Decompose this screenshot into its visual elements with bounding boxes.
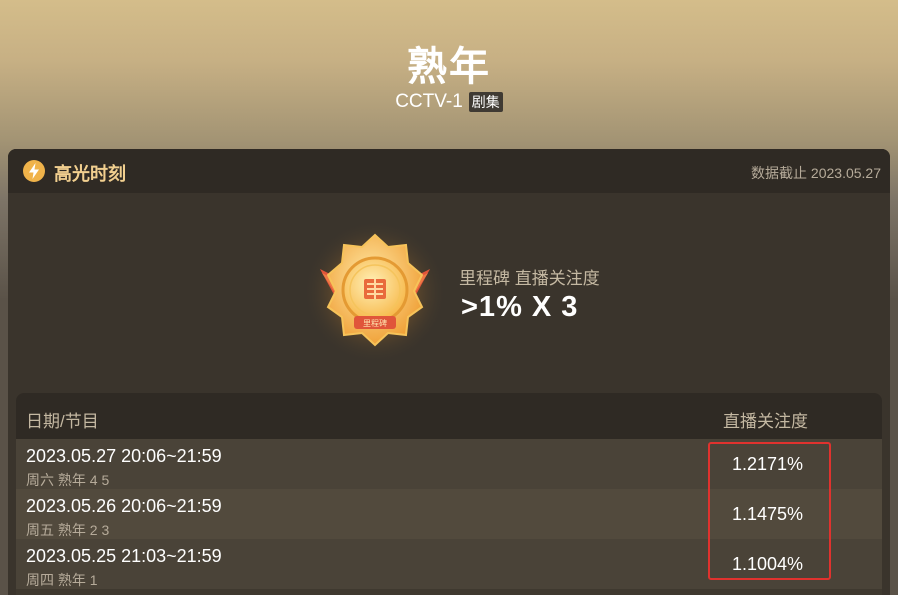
lightning-icon	[23, 160, 45, 182]
medal-text: 里程碑	[363, 318, 387, 328]
row-subtitle: 周四 熟年 1	[26, 572, 98, 588]
header-date-program: 日期/节目	[26, 412, 99, 431]
table-header: 日期/节目 直播关注度	[16, 393, 882, 439]
milestone-medal-icon: 里程碑	[300, 217, 450, 367]
milestone-label: 里程碑 直播关注度	[459, 269, 600, 288]
channel-name: CCTV-1	[395, 91, 463, 112]
show-subtitle: CCTV-1 剧集	[0, 91, 898, 113]
card-header: 高光时刻 数据截止 2023.05.27	[8, 149, 890, 193]
row-datetime: 2023.05.25 21:03~21:59	[26, 546, 222, 566]
row-subtitle: 周五 熟年 2 3	[26, 522, 110, 538]
row-datetime: 2023.05.27 20:06~21:59	[26, 446, 222, 466]
highlight-title: 高光时刻	[54, 164, 126, 185]
header-live-attention: 直播关注度	[723, 412, 808, 431]
genre-tag: 剧集	[468, 92, 503, 112]
data-cutoff-date: 数据截止 2023.05.27	[751, 165, 881, 181]
row-datetime: 2023.05.26 20:06~21:59	[26, 496, 222, 516]
highlight-annotation-box	[708, 442, 831, 580]
highlight-card: 高光时刻 数据截止 2023.05.27 里程碑 里程碑 直播关注度 >1% X…	[8, 149, 890, 595]
row-subtitle: 周六 熟年 4 5	[26, 472, 110, 488]
show-title: 熟年	[407, 44, 491, 90]
milestone-value: >1% X 3	[461, 291, 579, 323]
page-header: 熟年 CCTV-1 剧集	[0, 0, 898, 150]
